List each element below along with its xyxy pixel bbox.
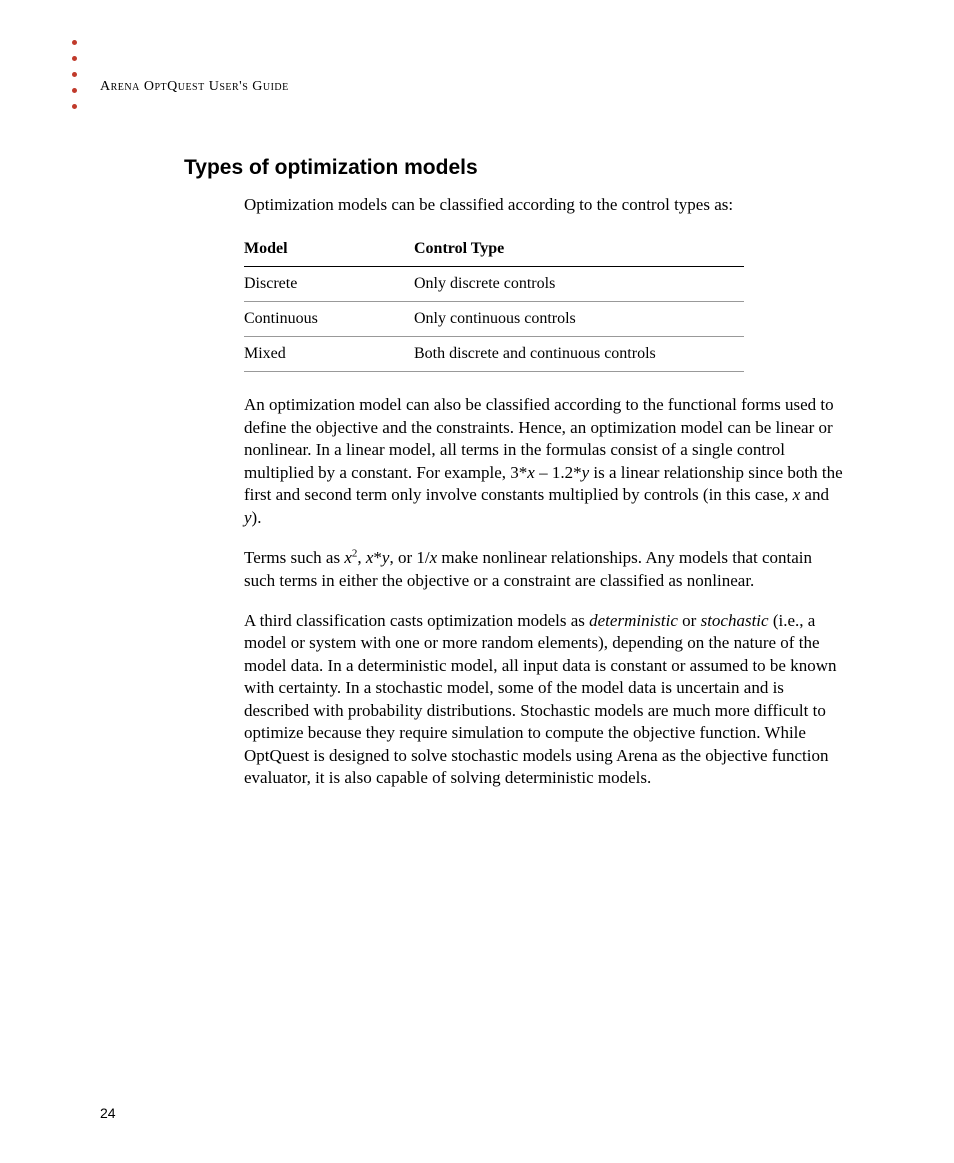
term-stochastic: stochastic [701, 611, 769, 630]
dot-icon [72, 72, 77, 77]
dot-icon [72, 88, 77, 93]
text: A third classification casts optimizatio… [244, 611, 589, 630]
text: * [373, 548, 382, 567]
content-area: Types of optimization models Optimizatio… [184, 156, 844, 807]
running-head-text: Arena OptQuest User's Guide [100, 79, 289, 94]
paragraph-stochastic: A third classification casts optimizatio… [244, 610, 844, 790]
cell-model: Continuous [244, 302, 414, 337]
text: and [800, 485, 829, 504]
var-x: x [344, 548, 352, 567]
intro-paragraph: Optimization models can be classified ac… [244, 194, 844, 216]
text: ). [252, 508, 262, 527]
text: , [357, 548, 366, 567]
model-type-table: Model Control Type Discrete Only discret… [244, 234, 744, 372]
dot-icon [72, 56, 77, 61]
dot-icon [72, 104, 77, 109]
table-row: Mixed Both discrete and continuous contr… [244, 337, 744, 372]
cell-control: Both discrete and continuous controls [414, 337, 744, 372]
var-y: y [582, 463, 590, 482]
text: Terms such as [244, 548, 344, 567]
running-head: Arena OptQuest User's Guide [100, 79, 289, 95]
cell-model: Discrete [244, 267, 414, 302]
table-header-row: Model Control Type [244, 234, 744, 267]
table-header-model: Model [244, 234, 414, 267]
table-row: Continuous Only continuous controls [244, 302, 744, 337]
text: – 1.2* [535, 463, 582, 482]
paragraph-nonlinear: Terms such as x2, x*y, or 1/x make nonli… [244, 547, 844, 592]
section-heading: Types of optimization models [184, 156, 844, 180]
table-header-control: Control Type [414, 234, 744, 267]
table-row: Discrete Only discrete controls [244, 267, 744, 302]
cell-control: Only discrete controls [414, 267, 744, 302]
var-y: y [244, 508, 252, 527]
var-x: x [527, 463, 535, 482]
text: (i.e., a model or system with one or mor… [244, 611, 837, 787]
text: or [678, 611, 701, 630]
cell-control: Only continuous controls [414, 302, 744, 337]
term-deterministic: deterministic [589, 611, 678, 630]
text: , or 1/ [389, 548, 429, 567]
dot-icon [72, 40, 77, 45]
cell-model: Mixed [244, 337, 414, 372]
page-number: 24 [100, 1105, 116, 1121]
paragraph-linear: An optimization model can also be classi… [244, 394, 844, 529]
document-page: Arena OptQuest User's Guide Types of opt… [0, 0, 954, 1163]
margin-dots [72, 40, 77, 109]
